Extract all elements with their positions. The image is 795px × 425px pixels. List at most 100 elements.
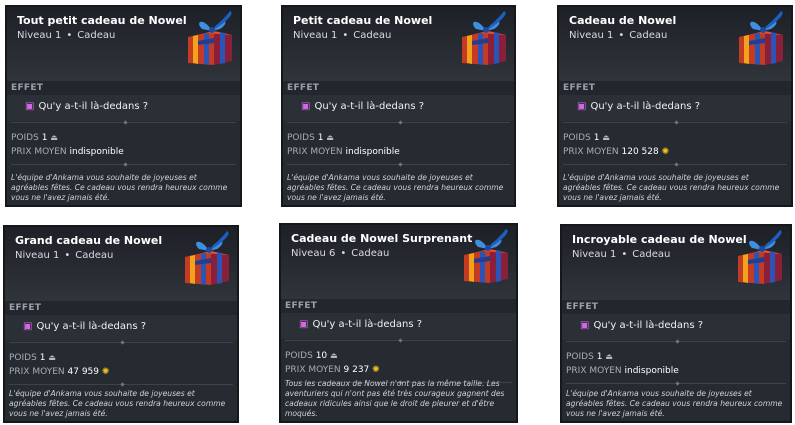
- effect-line: ▣ Qu'y a-t-il là-dedans ?: [7, 95, 240, 121]
- item-stats: POIDS 10 ⏏ PRIX MOYEN 9 237 ✺: [281, 343, 516, 377]
- weight-value: 1: [593, 133, 600, 143]
- item-stats: POIDS 1 ⏏ PRIX MOYEN indisponible: [562, 344, 790, 378]
- gift-box-icon: [182, 11, 236, 69]
- item-level: Niveau 1: [572, 249, 617, 260]
- price-value: 47 959: [67, 367, 100, 377]
- item-stats: POIDS 1 ⏏ PRIX MOYEN 120 528 ✺: [559, 125, 791, 159]
- price-row: PRIX MOYEN 120 528 ✺: [563, 145, 791, 159]
- weight-value: 1: [596, 352, 603, 362]
- kama-icon: ✺: [661, 147, 670, 157]
- gift-icon: ▣: [577, 101, 587, 112]
- item-description: L'équipe d'Ankama vous souhaite de joyeu…: [563, 173, 780, 202]
- price-row: PRIX MOYEN indisponible: [287, 145, 514, 159]
- item-title: Cadeau de Nowel Surprenant: [291, 232, 473, 245]
- item-type: Cadeau: [632, 249, 671, 260]
- separator-dot: •: [66, 30, 73, 41]
- item-stats: POIDS 1 ⏏ PRIX MOYEN indisponible: [283, 125, 514, 159]
- effect-text: Qu'y a-t-il là-dedans ?: [36, 321, 147, 332]
- gift-icon: ▣: [580, 320, 590, 331]
- item-description: L'équipe d'Ankama vous souhaite de joyeu…: [566, 389, 783, 418]
- separator-dot: •: [621, 249, 628, 260]
- item-stats: POIDS 1 ⏏ PRIX MOYEN indisponible: [7, 125, 240, 159]
- divider: [7, 121, 240, 125]
- price-row: PRIX MOYEN 47 959 ✺: [9, 365, 237, 379]
- item-subtitle: Niveau 1 • Cadeau: [572, 249, 670, 260]
- weight-row: POIDS 1 ⏏: [566, 350, 790, 364]
- divider: [283, 121, 514, 125]
- item-description: L'équipe d'Ankama vous souhaite de joyeu…: [11, 173, 228, 202]
- item-subtitle: Niveau 1 • Cadeau: [15, 250, 113, 261]
- weight-icon: ⏏: [326, 133, 334, 142]
- item-type: Cadeau: [351, 248, 390, 259]
- item-level: Niveau 1: [569, 30, 614, 41]
- card-header: Cadeau de Nowel Niveau 1 • Cadeau: [559, 7, 791, 81]
- weight-row: POIDS 10 ⏏: [285, 349, 516, 363]
- item-title: Incroyable cadeau de Nowel: [572, 233, 747, 246]
- weight-icon: ⏏: [605, 352, 613, 361]
- separator-dot: •: [342, 30, 349, 41]
- weight-row: POIDS 1 ⏏: [563, 131, 791, 145]
- effect-heading: EFFET: [283, 81, 514, 95]
- effect-heading: EFFET: [7, 81, 240, 95]
- price-label: PRIX MOYEN: [287, 147, 343, 157]
- weight-label: POIDS: [563, 133, 591, 143]
- item-type: Cadeau: [629, 30, 668, 41]
- card-header: Petit cadeau de Nowel Niveau 1 • Cadeau: [283, 7, 514, 81]
- item-title: Petit cadeau de Nowel: [293, 14, 433, 27]
- price-label: PRIX MOYEN: [11, 147, 67, 157]
- weight-value: 1: [39, 353, 46, 363]
- price-value: indisponible: [624, 366, 679, 376]
- gift-box-icon: [733, 11, 787, 69]
- weight-row: POIDS 1 ⏏: [9, 351, 237, 365]
- price-row: PRIX MOYEN indisponible: [566, 364, 790, 378]
- effect-line: ▣ Qu'y a-t-il là-dedans ?: [281, 313, 516, 339]
- item-subtitle: Niveau 1 • Cadeau: [569, 30, 667, 41]
- divider: [562, 382, 790, 386]
- gift-box-icon: [456, 11, 510, 69]
- item-level: Niveau 1: [293, 30, 338, 41]
- price-label: PRIX MOYEN: [566, 366, 622, 376]
- kama-icon: ✺: [101, 367, 110, 377]
- item-title: Cadeau de Nowel: [569, 14, 677, 27]
- item-type: Cadeau: [75, 250, 114, 261]
- price-label: PRIX MOYEN: [285, 365, 341, 375]
- divider: [281, 339, 516, 343]
- divider: [7, 163, 240, 167]
- item-tooltip-card: Incroyable cadeau de Nowel Niveau 1 • Cade…: [560, 224, 792, 423]
- item-tooltip-card: Cadeau de Nowel Niveau 1 • Cadeau EFFET ▣ Q…: [557, 5, 793, 207]
- weight-icon: ⏏: [330, 351, 338, 360]
- item-stats: POIDS 1 ⏏ PRIX MOYEN 47 959 ✺: [5, 345, 237, 379]
- gift-box-icon: [732, 230, 786, 288]
- item-subtitle: Niveau 1 • Cadeau: [293, 30, 391, 41]
- divider: [559, 163, 791, 167]
- item-level: Niveau 1: [15, 250, 60, 261]
- price-value: indisponible: [345, 147, 400, 157]
- effect-text: Qu'y a-t-il là-dedans ?: [314, 101, 425, 112]
- item-subtitle: Niveau 6 • Cadeau: [291, 248, 389, 259]
- item-type: Cadeau: [77, 30, 116, 41]
- effect-text: Qu'y a-t-il là-dedans ?: [312, 319, 423, 330]
- effect-heading: EFFET: [5, 301, 237, 315]
- item-description: L'équipe d'Ankama vous souhaite de joyeu…: [287, 173, 504, 202]
- gift-icon: ▣: [23, 321, 33, 332]
- divider: [562, 340, 790, 344]
- price-label: PRIX MOYEN: [9, 367, 65, 377]
- item-type: Cadeau: [353, 30, 392, 41]
- gift-box-icon: [458, 229, 512, 287]
- divider: [5, 383, 237, 387]
- divider: [5, 341, 237, 345]
- card-header: Cadeau de Nowel Surprenant Niveau 6 • Cade…: [281, 225, 516, 299]
- weight-label: POIDS: [566, 352, 594, 362]
- gift-icon: ▣: [25, 101, 35, 112]
- item-title: Tout petit cadeau de Nowel: [17, 14, 187, 27]
- weight-label: POIDS: [285, 351, 313, 361]
- effect-heading: EFFET: [559, 81, 791, 95]
- item-subtitle: Niveau 1 • Cadeau: [17, 30, 115, 41]
- price-value: 9 237: [343, 365, 370, 375]
- price-row: PRIX MOYEN 9 237 ✺: [285, 363, 516, 377]
- weight-icon: ⏏: [48, 353, 56, 362]
- kama-icon: ✺: [372, 365, 380, 375]
- weight-label: POIDS: [287, 133, 315, 143]
- card-header: Tout petit cadeau de Nowel Niveau 1 • Cade…: [7, 7, 240, 81]
- separator-dot: •: [64, 250, 71, 261]
